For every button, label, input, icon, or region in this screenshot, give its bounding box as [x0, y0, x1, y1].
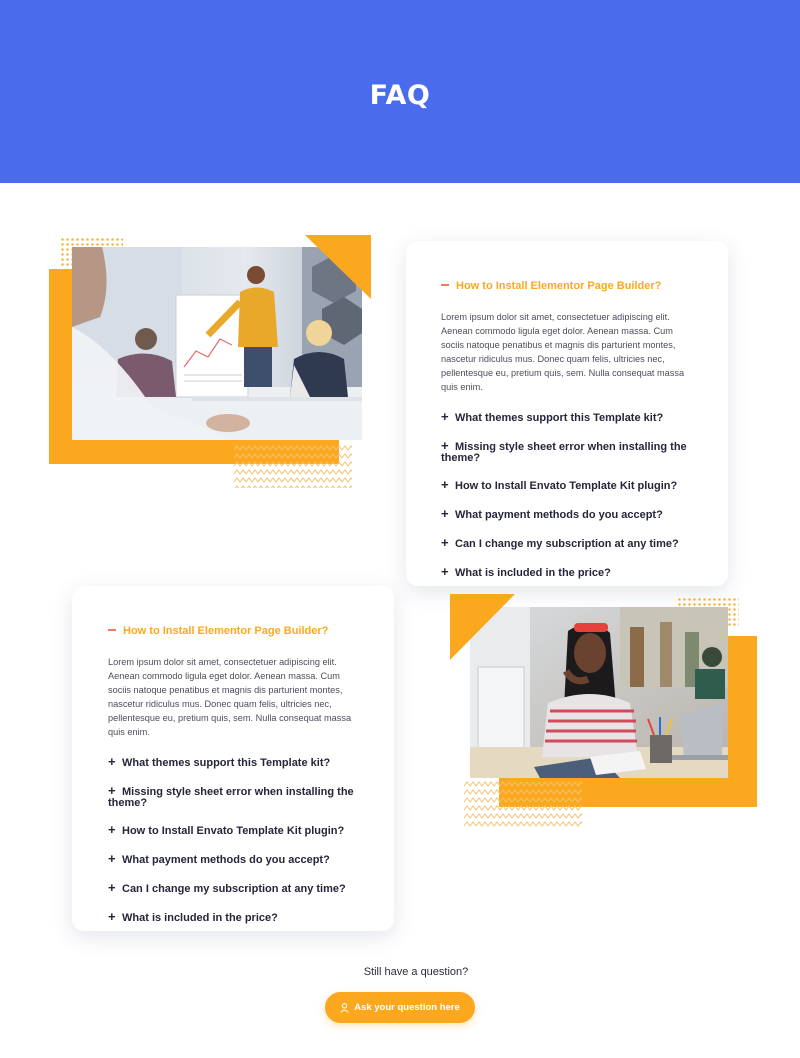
faq-question[interactable]: + Can I change my subscription at any tim… [441, 535, 691, 550]
plus-icon: + [108, 909, 116, 924]
faq-question[interactable]: + How to Install Envato Template Kit plug… [108, 822, 358, 837]
plus-icon: + [108, 783, 116, 798]
faq-answer: Lorem ipsum dolor sit amet, consectetuer… [441, 312, 685, 392]
faq-answer: Lorem ipsum dolor sit amet, consectetuer… [108, 657, 352, 737]
user-icon [340, 1002, 349, 1013]
faq-card: How to Install Elementor Page Builder? L… [72, 586, 394, 931]
faq-question-label: What payment methods do you accept? [122, 854, 330, 866]
still-question-text: Still have a question? [363, 966, 469, 978]
faq-question[interactable]: + What is included in the price? [441, 564, 691, 579]
faq-question-label: Missing style sheet error when installin… [108, 786, 354, 809]
faq-question[interactable]: + What payment methods do you accept? [108, 851, 358, 866]
faq-question-label: What payment methods do you accept? [455, 509, 663, 521]
faq-question-label: What themes support this Template kit? [122, 757, 331, 769]
orange-corner-triangle [450, 594, 515, 660]
faq-question-label: What is included in the price? [122, 912, 278, 924]
faq-question-open[interactable]: How to Install Elementor Page Builder? [108, 625, 328, 637]
plus-icon: + [441, 438, 449, 453]
plus-icon: + [441, 477, 449, 492]
faq-question-label: How to Install Envato Template Kit plugi… [455, 480, 678, 492]
plus-icon: + [441, 535, 449, 550]
faq-question[interactable]: + Missing style sheet error when installi… [441, 438, 691, 464]
faq-question[interactable]: + What themes support this Template kit? [441, 409, 691, 424]
faq-question-label: How to Install Elementor Page Builder? [456, 280, 662, 292]
faq-card: How to Install Elementor Page Builder? L… [406, 241, 728, 586]
plus-icon: + [441, 409, 449, 424]
faq-question[interactable]: + How to Install Envato Template Kit plug… [441, 477, 691, 492]
faq-question-label: Can I change my subscription at any time… [455, 538, 679, 550]
plus-icon: + [108, 822, 116, 837]
plus-icon: + [108, 851, 116, 866]
zigzag-pattern [464, 780, 582, 828]
faq-question-label: What is included in the price? [455, 567, 611, 579]
minus-icon [108, 629, 116, 632]
page-title: FAQ [369, 80, 431, 111]
faq-question-open[interactable]: How to Install Elementor Page Builder? [441, 280, 661, 292]
faq-question-label: How to Install Envato Template Kit plugi… [122, 825, 345, 837]
orange-corner-triangle [305, 235, 371, 299]
faq-question-label: Can I change my subscription at any time… [122, 883, 346, 895]
plus-icon: + [441, 506, 449, 521]
faq-question[interactable]: + Can I change my subscription at any tim… [108, 880, 358, 895]
ask-question-button-label: Ask your question here [354, 1002, 460, 1013]
faq-question-label: Missing style sheet error when installin… [441, 441, 687, 464]
minus-icon [441, 284, 449, 287]
plus-icon: + [108, 880, 116, 895]
plus-icon: + [441, 564, 449, 579]
faq-question-label: How to Install Elementor Page Builder? [123, 625, 329, 637]
zigzag-pattern [234, 444, 352, 488]
page-hero: FAQ [0, 0, 800, 183]
faq-question[interactable]: + What payment methods do you accept? [441, 506, 691, 521]
faq-question[interactable]: + What is included in the price? [108, 909, 358, 924]
plus-icon: + [108, 754, 116, 769]
faq-question[interactable]: + What themes support this Template kit? [108, 754, 358, 769]
faq-question[interactable]: + Missing style sheet error when installi… [108, 783, 358, 809]
ask-question-button[interactable]: Ask your question here [325, 992, 475, 1023]
faq-question-label: What themes support this Template kit? [455, 412, 664, 424]
